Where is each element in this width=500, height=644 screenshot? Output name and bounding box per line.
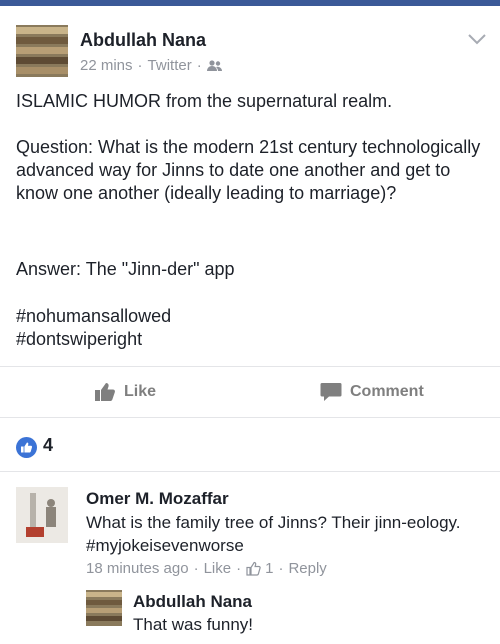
divider (0, 471, 500, 472)
comment-time[interactable]: 18 minutes ago (86, 560, 189, 577)
divider (0, 417, 500, 418)
chevron-down-icon[interactable] (466, 31, 488, 47)
comment-meta: 18 minutes ago · Like · 1 · Reply (86, 560, 327, 577)
post-answer: Answer: The "Jinn-der" app (16, 259, 235, 279)
post-question: Question: What is the modern 21st centur… (16, 137, 481, 203)
meta-separator: · (137, 57, 143, 74)
hashtag-dontswiperight[interactable]: #dontswiperight (16, 328, 486, 351)
top-nav-edge (0, 0, 500, 6)
like-reaction-icon[interactable] (16, 437, 37, 458)
post-meta: 22 mins · Twitter · (80, 57, 223, 74)
thumbs-up-icon (95, 383, 115, 401)
comment-author[interactable]: Omer M. Mozaffar (86, 489, 229, 509)
post-source[interactable]: Twitter (148, 57, 192, 74)
post-author-name[interactable]: Abdullah Nana (80, 30, 206, 51)
commenter-avatar[interactable] (16, 487, 68, 543)
small-like-icon (246, 561, 261, 576)
comment-icon (320, 383, 342, 401)
meta-separator: · (193, 560, 199, 577)
comment-text: What is the family tree of Jinns? Their … (86, 513, 461, 555)
divider (0, 366, 500, 367)
post-text-line1: ISLAMIC HUMOR from the supernatural real… (16, 91, 393, 111)
reply-text: That was funny! (133, 615, 254, 634)
friends-icon (206, 59, 222, 71)
comment-like-count[interactable]: 1 (265, 560, 273, 577)
reaction-count[interactable]: 4 (43, 435, 53, 456)
comment-like-link[interactable]: Like (204, 560, 232, 577)
like-button-label: Like (124, 383, 157, 400)
comment-button-label: Comment (350, 383, 424, 400)
post-time[interactable]: 22 mins (80, 57, 133, 74)
comment-button[interactable]: Comment (320, 382, 424, 402)
meta-separator: · (278, 560, 284, 577)
author-avatar[interactable] (16, 25, 68, 77)
hashtag-nohumansallowed[interactable]: #nohumansallowed (16, 305, 486, 328)
reply-avatar[interactable] (86, 590, 122, 626)
reply-author[interactable]: Abdullah Nana (133, 592, 252, 612)
comment-reply-link[interactable]: Reply (288, 560, 326, 577)
meta-separator: · (196, 57, 202, 74)
meta-separator: · (236, 560, 242, 577)
like-button[interactable]: Like (94, 382, 156, 402)
